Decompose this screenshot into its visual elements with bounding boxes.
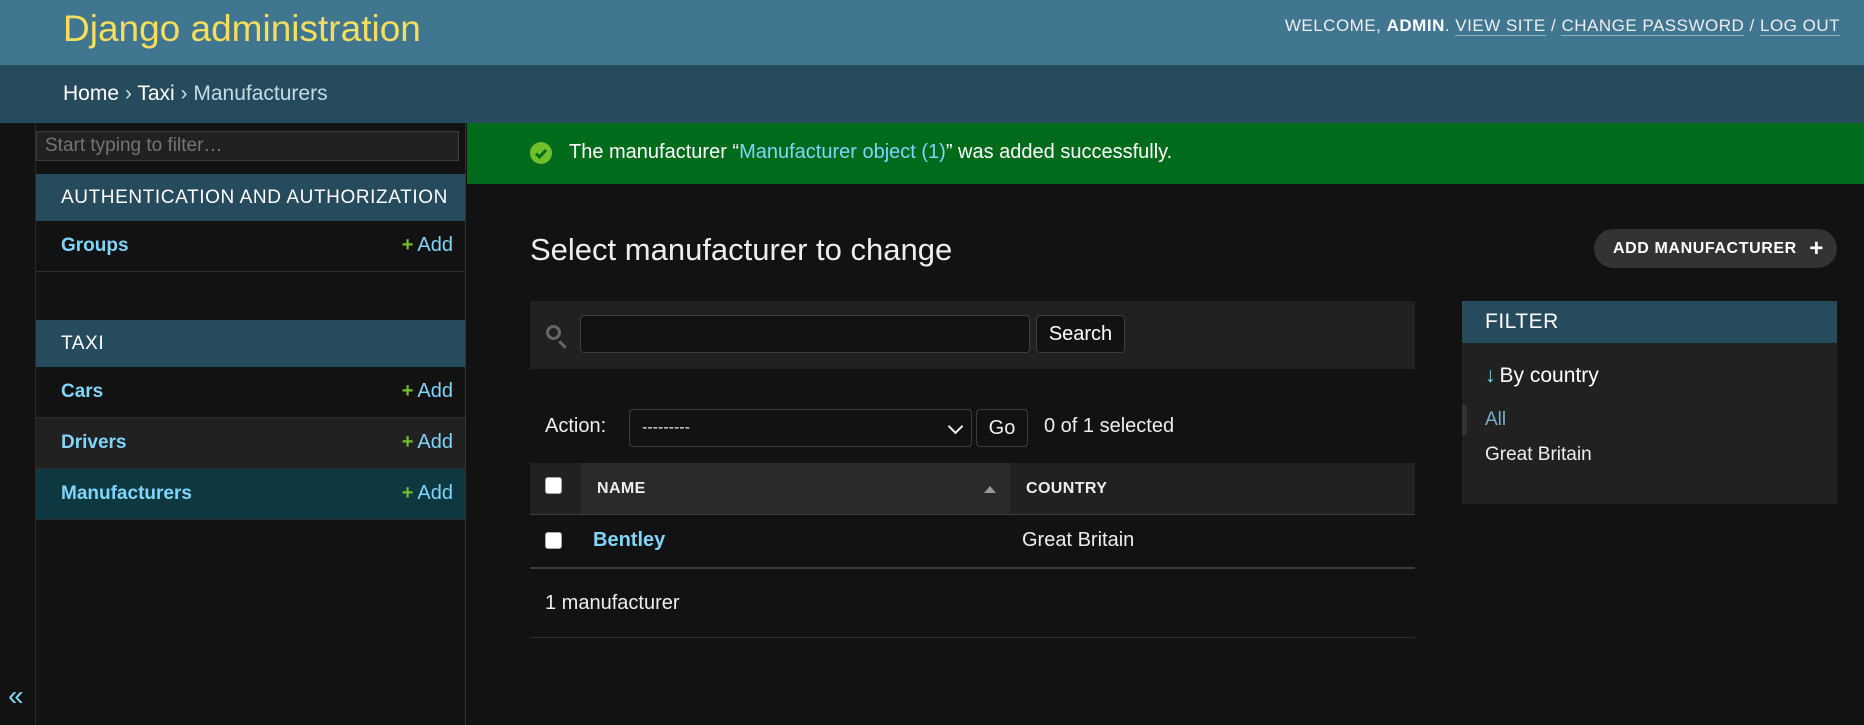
breadcrumb-current: Manufacturers [193, 82, 328, 105]
page-title: Select manufacturer to change [530, 232, 953, 267]
nav-sidebar: AUTHENTICATION AND AUTHORIZATION Groups … [36, 123, 466, 725]
action-selected-option: --------- [642, 419, 690, 436]
nav-filter-input[interactable] [36, 131, 459, 161]
filter-option-all[interactable]: All [1462, 405, 1506, 435]
action-label: Action: [545, 415, 607, 437]
sidebar-item-label[interactable]: Manufacturers [61, 483, 192, 505]
column-header-country: COUNTRY [1026, 480, 1108, 497]
search-icon [546, 325, 561, 340]
sidebar-item-label[interactable]: Cars [61, 381, 103, 403]
table-header: NAME COUNTRY [530, 463, 1415, 515]
sidebar-item-label[interactable]: Drivers [61, 432, 127, 454]
sidebar-item-drivers: Drivers + Add [36, 418, 465, 469]
breadcrumb: Home › Taxi › Manufacturers [0, 65, 1864, 123]
add-cars-link[interactable]: + Add [402, 380, 453, 403]
select-all-checkbox[interactable] [545, 477, 562, 494]
column-header-name[interactable]: NAME [581, 463, 1010, 514]
add-label: Add [417, 380, 453, 402]
sidebar-item-cars: Cars + Add [36, 367, 465, 418]
add-groups-link[interactable]: + Add [402, 234, 453, 257]
log-out-link[interactable]: LOG OUT [1759, 16, 1840, 36]
sidebar-item-groups: Groups + Add [36, 221, 465, 272]
add-manufacturers-link[interactable]: + Add [402, 482, 453, 505]
column-name-label: NAME [597, 480, 646, 497]
breadcrumb-sep: › [119, 82, 138, 105]
plus-icon: + [401, 234, 414, 256]
plus-icon: + [401, 431, 414, 453]
plus-icon: + [401, 482, 414, 504]
app-header-auth[interactable]: AUTHENTICATION AND AUTHORIZATION [36, 174, 465, 221]
view-site-link[interactable]: VIEW SITE [1455, 16, 1546, 36]
breadcrumb-sep: › [174, 82, 194, 105]
add-label: Add [417, 482, 453, 504]
dot-sep: . [1444, 16, 1456, 35]
actions-bar: Action: --------- Go 0 of 1 selected [530, 408, 1415, 448]
row-country: Great Britain [1022, 529, 1135, 551]
action-counter: 0 of 1 selected [1044, 415, 1175, 437]
select-all-cell [530, 463, 580, 514]
message-suffix: ” was added successfully. [945, 141, 1173, 163]
search-input[interactable] [580, 315, 1030, 353]
sidebar-toggle-strip: « [0, 123, 36, 725]
plus-icon: + [1809, 235, 1824, 262]
filter-panel: FILTER ↓ By country All Great Britain [1462, 301, 1837, 504]
chevron-down-icon [947, 418, 964, 435]
search-toolbar: Search [530, 301, 1415, 369]
site-header: Django administration WELCOME, ADMIN. VI… [0, 0, 1864, 65]
go-button[interactable]: Go [976, 409, 1028, 447]
message-prefix: The manufacturer “ [569, 141, 740, 163]
add-manufacturer-button[interactable]: ADD MANUFACTURER + [1594, 229, 1837, 268]
plus-icon: + [401, 380, 414, 402]
search-button[interactable]: Search [1036, 315, 1125, 353]
add-label: Add [417, 431, 453, 453]
sort-ascending-icon[interactable] [984, 486, 996, 493]
app-header-taxi[interactable]: TAXI [36, 320, 465, 367]
site-brand[interactable]: Django administration [63, 8, 421, 50]
filter-header: FILTER [1462, 301, 1837, 343]
row-checkbox[interactable] [545, 532, 562, 549]
separator: / [1545, 16, 1562, 35]
sidebar-item-label[interactable]: Groups [61, 235, 129, 257]
paginator: 1 manufacturer [530, 569, 1415, 638]
results-table: NAME COUNTRY Bentley Great Britain 1 man… [530, 463, 1415, 638]
add-label: Add [417, 234, 453, 256]
success-message: The manufacturer “Manufacturer object (1… [467, 123, 1864, 184]
add-button-label: ADD MANUFACTURER [1613, 240, 1797, 257]
change-password-link[interactable]: CHANGE PASSWORD [1561, 16, 1745, 36]
collapse-sidebar-icon[interactable]: « [8, 680, 24, 712]
separator: / [1744, 16, 1760, 35]
breadcrumb-app[interactable]: Taxi [137, 82, 174, 105]
arrow-down-icon: ↓ [1485, 364, 1496, 387]
welcome-text: WELCOME, [1284, 16, 1387, 35]
filter-title[interactable]: ↓ By country [1485, 364, 1599, 388]
success-text: The manufacturer “Manufacturer object (1… [569, 141, 1172, 164]
sidebar-item-manufacturers: Manufacturers + Add [36, 469, 465, 520]
username: ADMIN [1386, 16, 1445, 35]
row-name-link[interactable]: Bentley [593, 529, 665, 552]
object-link[interactable]: Manufacturer object (1) [739, 141, 946, 163]
table-row: Bentley Great Britain [530, 515, 1415, 569]
breadcrumb-home[interactable]: Home [63, 82, 119, 105]
action-select[interactable]: --------- [629, 409, 972, 447]
user-tools: WELCOME, ADMIN. VIEW SITE / CHANGE PASSW… [1285, 16, 1840, 36]
filter-option-great-britain[interactable]: Great Britain [1485, 440, 1592, 470]
filter-title-label: By country [1499, 364, 1599, 387]
check-circle-icon [530, 142, 552, 164]
add-drivers-link[interactable]: + Add [402, 431, 453, 454]
